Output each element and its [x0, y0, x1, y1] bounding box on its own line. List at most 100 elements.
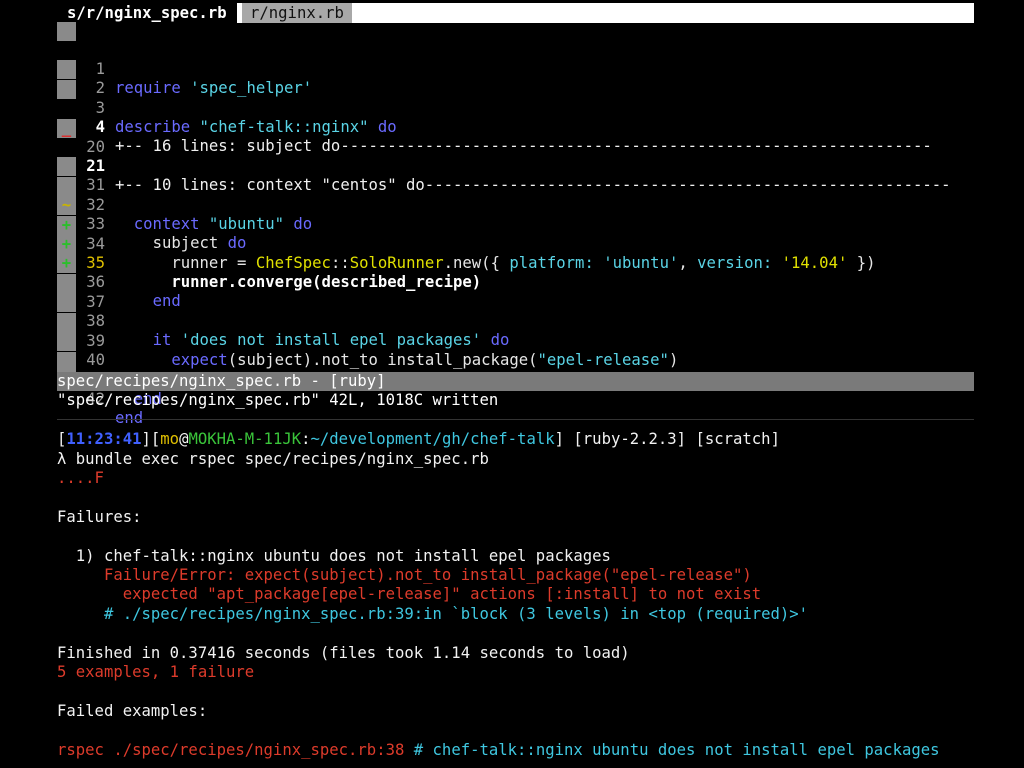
sign-column: [57, 352, 76, 371]
code-text: runner.converge(described_recipe): [171, 273, 482, 291]
string-literal: '14.04': [781, 254, 848, 272]
keyword: describe: [115, 118, 191, 136]
git-added-sign: +: [57, 235, 76, 254]
code-line: 1 require 'spec_helper': [0, 22, 312, 97]
fold-marker[interactable]: +-- 10 lines: context "centos" do-------…: [115, 176, 951, 195]
line-number: 39: [86, 332, 105, 350]
prompt-user: mo: [160, 430, 180, 448]
keyword: end: [115, 409, 144, 427]
identifier: subject: [152, 234, 219, 252]
string-literal: "epel-release": [537, 351, 669, 369]
tab-nginx-spec[interactable]: s/r/nginx_spec.rb: [57, 3, 237, 23]
fold-marker[interactable]: +-- 16 lines: subject do----------------…: [115, 137, 932, 156]
line-number: 31: [86, 176, 105, 194]
line-number: 21: [86, 157, 105, 175]
code-line: ~ 33 subject do: [0, 177, 246, 252]
git-added-sign: +: [57, 254, 76, 273]
finished-timing: Finished in 0.37416 seconds (files took …: [57, 644, 630, 662]
code-line: 2: [0, 41, 105, 97]
keyword: do: [377, 118, 397, 136]
sign-column: [57, 313, 76, 332]
line-number: 32: [86, 196, 105, 214]
test-summary: 5 examples, 1 failure: [57, 663, 255, 681]
code-text: (subject).not_to install_package(: [227, 351, 538, 369]
code-line: _ 20: [0, 100, 105, 156]
code-text: runner =: [171, 254, 256, 272]
keyword: do: [293, 215, 313, 233]
constant: SoloRunner: [349, 254, 444, 272]
code-line: 41 end: [0, 333, 162, 408]
prompt-host: MOKHA-M-11JK: [188, 430, 302, 448]
failure-location: # ./spec/recipes/nginx_spec.rb:39:in `bl…: [57, 605, 809, 623]
sign-column: [57, 99, 76, 118]
sign-column: [57, 80, 76, 99]
string-literal: 'ubuntu': [603, 254, 679, 272]
failures-header: Failures:: [57, 508, 142, 526]
symbol-key: platform:: [509, 254, 594, 272]
line-number: 36: [86, 273, 105, 291]
code-text: ): [668, 351, 679, 369]
pane-divider[interactable]: [57, 419, 974, 420]
line-number: 33: [86, 215, 105, 233]
code-line: 3 describe "chef-talk::nginx" do: [0, 61, 397, 136]
line-number: 20: [86, 138, 105, 156]
test-progress: ....F: [57, 469, 104, 487]
line-number: 1: [95, 60, 105, 78]
line-number: 37: [86, 293, 105, 311]
line-number: 35: [86, 254, 105, 272]
code-line: 42 end: [0, 352, 143, 427]
prompt-ruby-version: [ruby-2.2.3]: [573, 430, 687, 448]
keyword: expect: [171, 351, 228, 369]
rerun-command: rspec ./spec/recipes/nginx_spec.rb:38 # …: [57, 741, 940, 760]
string-literal: 'does not install epel packages': [180, 331, 482, 349]
failure-error: Failure/Error: expect(subject).not_to in…: [57, 566, 752, 584]
code-line: 39 expect(subject).not_to install_packag…: [0, 294, 678, 369]
prompt-git-branch: [scratch]: [695, 430, 780, 448]
sign-column: [57, 157, 76, 176]
prompt-time: 11:23:41: [66, 430, 142, 448]
line-number: 4: [95, 118, 105, 136]
code-text: }): [847, 254, 876, 272]
code-line: 37: [0, 255, 105, 311]
tab-nginx-recipe[interactable]: r/nginx.rb: [242, 3, 352, 23]
line-number: 38: [86, 312, 105, 330]
keyword: require: [115, 79, 181, 97]
rspec-rerun-comment: # chef-talk::nginx ubuntu does not insta…: [413, 741, 940, 759]
sign-column: [57, 293, 76, 312]
git-added-sign: +: [57, 216, 76, 235]
keyword: do: [490, 331, 510, 349]
tab-bar: s/r/nginx_spec.rb r/nginx.rb: [57, 3, 974, 23]
shell-command[interactable]: λ bundle exec rspec spec/recipes/nginx_s…: [57, 450, 489, 469]
keyword: it: [152, 331, 172, 349]
string-literal: 'spec_helper': [190, 79, 313, 97]
line-number: 2: [95, 79, 105, 97]
keyword: do: [227, 234, 247, 252]
shell-prompt: [11:23:41][mo@MOKHA-M-11JK:~/development…: [57, 430, 780, 448]
keyword: end: [152, 292, 181, 310]
string-literal: "chef-talk::nginx": [199, 118, 369, 136]
git-modified-sign: ~: [57, 196, 76, 215]
sign-column: [57, 60, 76, 79]
line-number: 3: [95, 99, 105, 117]
line-number: 34: [86, 235, 105, 253]
keyword: context: [133, 215, 200, 233]
failure-title: 1) chef-talk::nginx ubuntu does not inst…: [57, 547, 611, 565]
failure-expected: expected "apt_package[epel-release]" act…: [57, 585, 762, 603]
vim-editor[interactable]: 1 require 'spec_helper' 2 3 describe "ch…: [0, 22, 1024, 427]
vim-statusline: spec/recipes/nginx_spec.rb - [ruby]: [57, 372, 974, 391]
rspec-rerun-command[interactable]: rspec ./spec/recipes/nginx_spec.rb:38: [57, 741, 404, 759]
sign-column: [57, 274, 76, 293]
code-text: ::: [330, 254, 350, 272]
vim-command-line[interactable]: "spec/recipes/nginx_spec.rb" 42L, 1018C …: [57, 391, 498, 410]
git-removed-sign: _: [57, 119, 76, 138]
constant: ChefSpec: [255, 254, 331, 272]
code-line: + 34 runner = ChefSpec::SoloRunner.new({…: [0, 197, 876, 272]
code-line: + 36 end: [0, 235, 181, 310]
code-line-current: + 35 runner.converge(described_recipe): [0, 216, 481, 291]
sign-column: [57, 177, 76, 196]
failed-examples-header: Failed examples:: [57, 702, 208, 720]
code-line: 38 it 'does not install epel packages' d…: [0, 274, 509, 349]
symbol-key: version:: [697, 254, 773, 272]
fold-line[interactable]: 4 +-- 16 lines: subject do--------------…: [0, 80, 932, 155]
fold-line[interactable]: 21 +-- 10 lines: context "centos" do----…: [0, 119, 950, 194]
